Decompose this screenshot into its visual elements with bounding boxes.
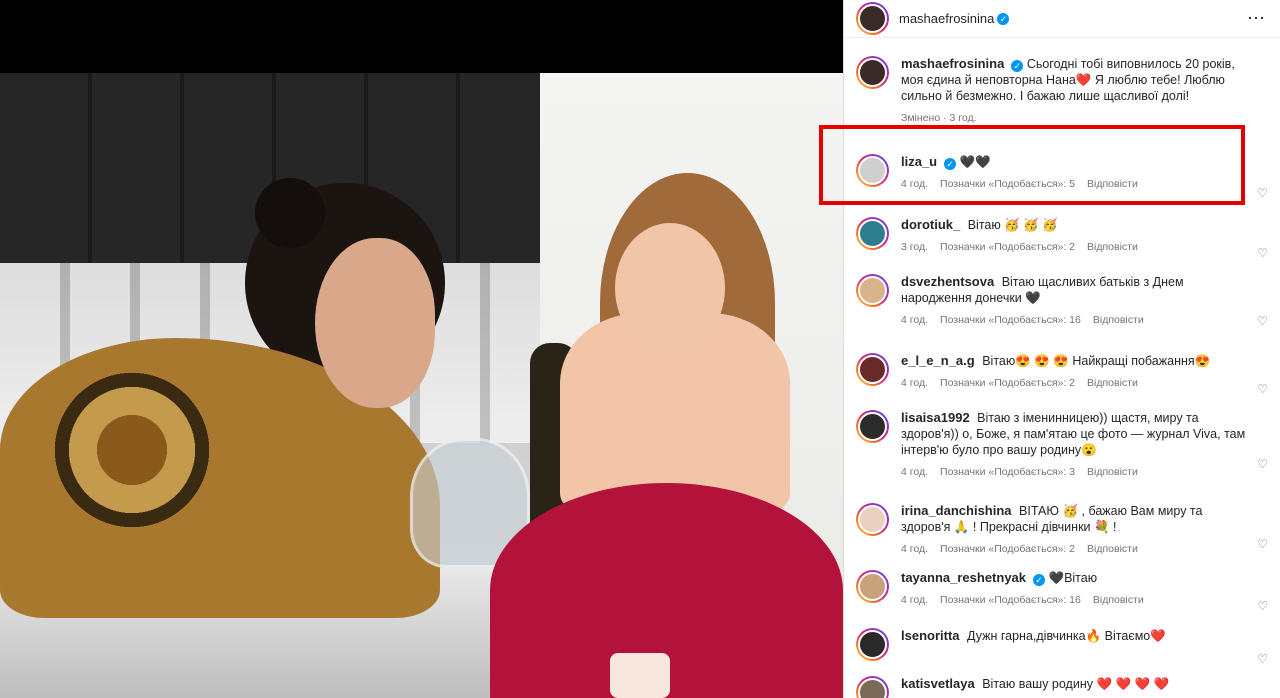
comment-row: irina_danchishina ВІТАЮ 🥳 , бажаю Вам ми… — [844, 503, 1280, 570]
verified-icon: ✓ — [1011, 60, 1024, 72]
comment-time: 4 год. — [901, 178, 929, 190]
like-heart-icon[interactable]: ♡ — [1257, 599, 1268, 613]
comment-time: 3 год. — [901, 241, 929, 253]
comment-likes[interactable]: Позначки «Подобається»: 2 — [940, 375, 1075, 391]
comment-text: Вітаю😍 😍 😍 Найкращі побажання😍 — [982, 354, 1211, 368]
commenter-username[interactable]: tayanna_reshetnyak — [901, 570, 1026, 585]
commenter-username[interactable]: liza_u — [901, 154, 937, 169]
verified-icon: ✓ — [1033, 574, 1046, 586]
commenter-avatar[interactable] — [856, 410, 889, 443]
caption-avatar[interactable] — [856, 56, 889, 89]
commenter-avatar[interactable] — [856, 503, 889, 536]
author-avatar[interactable] — [856, 2, 889, 35]
post-photo[interactable] — [0, 73, 843, 698]
reply-button[interactable]: Відповісти — [1087, 239, 1138, 255]
comment-text: Вітаю 🥳 🥳 🥳 — [967, 218, 1058, 232]
comment-likes[interactable]: Позначки «Подобається»: 16 — [940, 592, 1081, 608]
photo-woman-face — [315, 238, 435, 408]
caption-meta: Змінено · 3 год. — [901, 112, 977, 124]
photo-girl-face — [615, 223, 725, 353]
commenter-username[interactable]: irina_danchishina — [901, 503, 1012, 518]
post-media[interactable] — [0, 0, 843, 698]
caption: mashaefrosinina ✓ Сьогодні тобі виповнило… — [844, 38, 1280, 154]
commenter-avatar[interactable] — [856, 676, 889, 698]
reply-button[interactable]: Відповісти — [1093, 312, 1144, 328]
like-heart-icon[interactable]: ♡ — [1257, 314, 1268, 328]
comment-row: tayanna_reshetnyak ✓ 🖤Вітаю 4 год. Познач… — [844, 570, 1280, 628]
more-options-icon[interactable]: ⋯ — [1247, 8, 1266, 29]
comment-time: 4 год. — [901, 594, 929, 606]
comment-text: Вітаю вашу родину ❤️ ❤️ ❤️ ❤️ — [982, 677, 1170, 691]
commenter-username[interactable]: e_l_e_n_a.g — [901, 353, 975, 368]
commenter-avatar[interactable] — [856, 353, 889, 386]
reply-button[interactable]: Відповісти — [1087, 375, 1138, 391]
photo-woman-bun — [255, 178, 325, 248]
reply-button[interactable]: Відповісти — [1093, 592, 1144, 608]
comment-row: e_l_e_n_a.g Вітаю😍 😍 😍 Найкращі побажанн… — [844, 353, 1280, 410]
like-heart-icon[interactable]: ♡ — [1257, 186, 1268, 200]
commenter-avatar[interactable] — [856, 628, 889, 661]
comment-time: 4 год. — [901, 466, 929, 478]
photo-girl-legs — [610, 653, 670, 698]
like-heart-icon[interactable]: ♡ — [1257, 382, 1268, 396]
author-username[interactable]: mashaefrosinina — [899, 11, 994, 26]
commenter-username[interactable]: katisvetlaya — [901, 676, 975, 691]
commenter-avatar[interactable] — [856, 274, 889, 307]
comment-time: 4 год. — [901, 377, 929, 389]
comment-text: Дужн гарна,дівчинка🔥 Вітаємо❤️ — [967, 629, 1166, 643]
post-side-panel: mashaefrosinina ✓ ⋯ mashaefrosinina ✓ Сьо… — [843, 0, 1280, 698]
reply-button[interactable]: Відповісти — [1087, 176, 1138, 192]
comment-row: dorotiuk_ Вітаю 🥳 🥳 🥳 3 год. Позначки «П… — [844, 217, 1280, 274]
comment-text: 🖤Вітаю — [1048, 571, 1098, 585]
commenter-avatar[interactable] — [856, 154, 889, 187]
like-heart-icon[interactable]: ♡ — [1257, 652, 1268, 666]
commenter-avatar[interactable] — [856, 570, 889, 603]
comment-likes[interactable]: Позначки «Подобається»: 2 — [940, 541, 1075, 557]
like-heart-icon[interactable]: ♡ — [1257, 457, 1268, 471]
post-header: mashaefrosinina ✓ ⋯ — [844, 0, 1280, 38]
commenter-username[interactable]: dorotiuk_ — [901, 217, 960, 232]
comment-row: liza_u ✓ 🖤🖤 4 год. Позначки «Подобається»… — [844, 154, 1280, 217]
comment-likes[interactable]: Позначки «Подобається»: 16 — [940, 312, 1081, 328]
caption-username[interactable]: mashaefrosinina — [901, 56, 1004, 71]
commenter-username[interactable]: dsvezhentsova — [901, 274, 994, 289]
verified-icon: ✓ — [997, 12, 1010, 25]
commenter-avatar[interactable] — [856, 217, 889, 250]
like-heart-icon[interactable]: ♡ — [1257, 246, 1268, 260]
comments-list: mashaefrosinina ✓ Сьогодні тобі виповнило… — [844, 38, 1280, 698]
comment-time: 4 год. — [901, 314, 929, 326]
comment-row: katisvetlaya Вітаю вашу родину ❤️ ❤️ ❤️ … — [844, 676, 1280, 698]
commenter-username[interactable]: lsenoritta — [901, 628, 960, 643]
comment-likes[interactable]: Позначки «Подобається»: 3 — [940, 464, 1075, 480]
comment-row: lisaisa1992 Вітаю з іменинницею)) щастя,… — [844, 410, 1280, 503]
reply-button[interactable]: Відповісти — [1087, 541, 1138, 557]
comment-text: 🖤🖤 — [959, 155, 991, 169]
commenter-username[interactable]: lisaisa1992 — [901, 410, 970, 425]
comment-row: lsenoritta Дужн гарна,дівчинка🔥 Вітаємо❤… — [844, 628, 1280, 676]
comment-likes[interactable]: Позначки «Подобається»: 2 — [940, 239, 1075, 255]
like-heart-icon[interactable]: ♡ — [1257, 537, 1268, 551]
comment-time: 4 год. — [901, 543, 929, 555]
reply-button[interactable]: Відповісти — [1087, 464, 1138, 480]
verified-icon: ✓ — [944, 158, 957, 170]
comment-likes[interactable]: Позначки «Подобається»: 5 — [940, 176, 1075, 192]
comment-row: dsvezhentsova Вітаю щасливих батьків з Д… — [844, 274, 1280, 353]
